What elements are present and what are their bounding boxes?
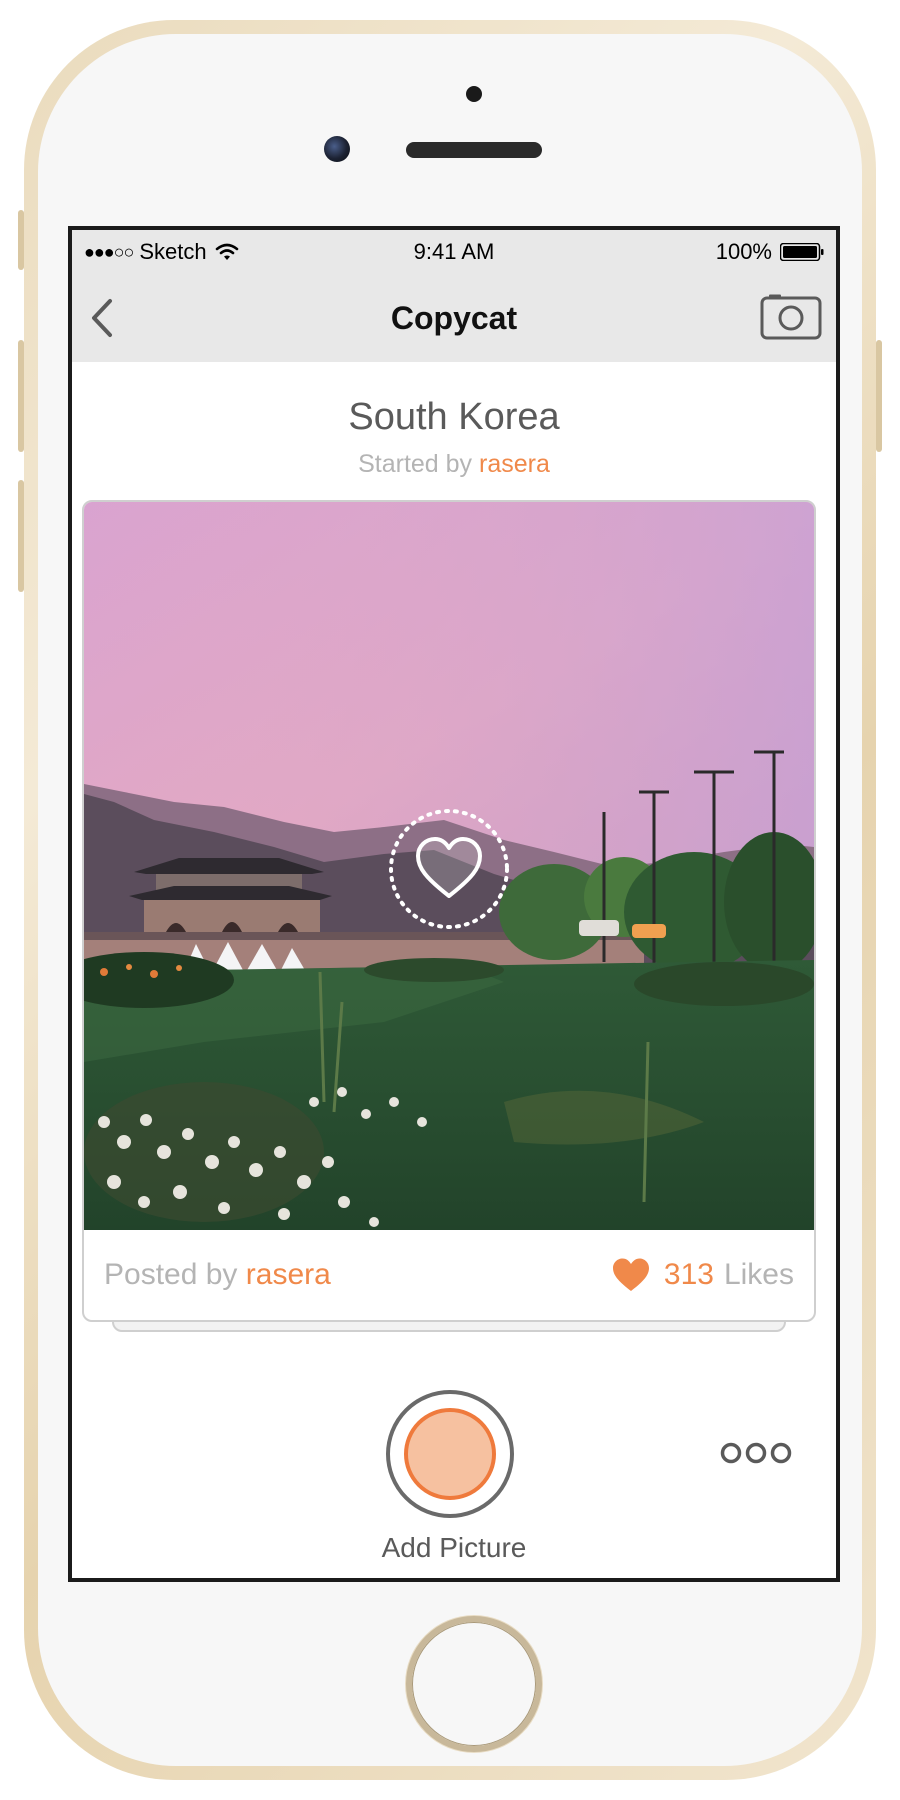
challenge-subtitle: Started by rasera (72, 450, 836, 479)
power-button (876, 340, 882, 452)
nav-title: Copycat (390, 300, 518, 336)
likes-label: Likes (723, 1258, 794, 1291)
posted-by: Posted by rasera (104, 1258, 331, 1292)
camera-icon[interactable] (760, 294, 822, 340)
earpiece-speaker (406, 142, 542, 158)
battery-icon (780, 243, 824, 261)
navigation-bar: Copycat (72, 272, 836, 362)
posted-by-label: Posted by (104, 1258, 238, 1291)
proximity-sensor (466, 86, 482, 102)
post-card[interactable]: Posted by rasera 313 Likes (82, 500, 816, 1322)
app-screen: ●●●○○ Sketch 9:41 AM 100% Copycat South … (68, 226, 840, 1582)
posted-by-user-link[interactable]: rasera (246, 1258, 331, 1291)
add-picture-button-inner (404, 1408, 496, 1500)
started-by-user-link[interactable]: rasera (479, 450, 550, 478)
post-footer: Posted by rasera 313 Likes (84, 1230, 814, 1320)
more-dots-icon[interactable] (720, 1440, 792, 1466)
likes-summary[interactable]: 313 Likes (612, 1258, 794, 1292)
volume-up-button (18, 340, 24, 452)
volume-down-button (18, 480, 24, 592)
likes-count: 313 (663, 1258, 714, 1291)
front-camera (324, 136, 350, 162)
started-by-label: Started by (358, 450, 473, 478)
heart-icon[interactable] (612, 1258, 650, 1292)
home-button[interactable] (406, 1616, 542, 1752)
add-picture-button[interactable] (386, 1390, 514, 1518)
heart-like-overlay-icon[interactable] (386, 806, 512, 932)
status-bar: ●●●○○ Sketch 9:41 AM 100% (72, 230, 836, 272)
status-right: 100% (716, 239, 824, 265)
post-photo[interactable] (84, 502, 814, 1230)
challenge-title: South Korea (348, 396, 560, 438)
add-picture-label: Add Picture (381, 1532, 527, 1563)
battery-percent: 100% (715, 239, 772, 264)
mute-switch (18, 210, 24, 270)
